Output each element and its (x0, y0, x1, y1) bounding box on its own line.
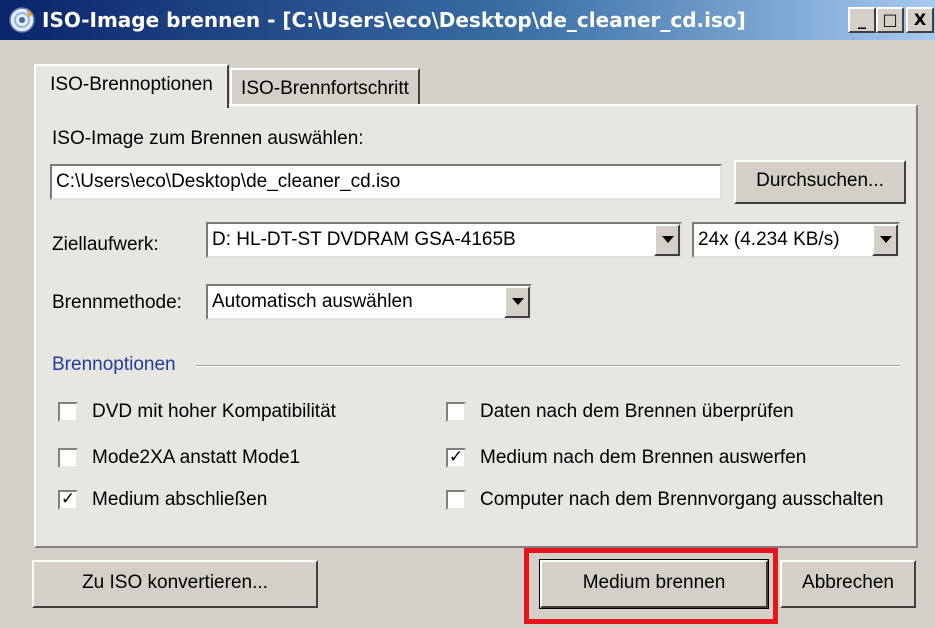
burn-method-label: Brennmethode: (52, 292, 182, 313)
tab-iso-brennoptionen[interactable]: ISO-Brennoptionen (34, 64, 229, 108)
chevron-down-icon[interactable] (872, 224, 898, 256)
group-divider (196, 365, 900, 367)
iso-select-label: ISO-Image zum Brennen auswählen: (52, 128, 364, 149)
checkbox-label-verify[interactable]: Daten nach dem Brennen überprüfen (480, 401, 794, 423)
minimize-button[interactable]: _ (848, 7, 876, 33)
burn-options-group-label: Brennoptionen (52, 354, 176, 375)
iso-path-value: C:\Users\eco\Desktop\de_cleaner_cd.iso (56, 171, 401, 192)
checkbox-mode2xa[interactable] (58, 448, 78, 468)
checkbox-shutdown[interactable] (446, 490, 466, 510)
chevron-down-icon[interactable] (504, 286, 530, 318)
browse-button[interactable]: Durchsuchen... (734, 160, 906, 204)
checkbox-label-shutdown[interactable]: Computer nach dem Brennvorgang ausschalt… (480, 489, 883, 511)
chevron-down-icon[interactable] (654, 224, 680, 256)
checkbox-label-eject[interactable]: Medium nach dem Brennen auswerfen (480, 447, 806, 469)
close-button[interactable]: X (906, 7, 934, 33)
title-bar[interactable]: ISO-Image brennen - [C:\Users\eco\Deskto… (0, 0, 935, 40)
checkbox-verify[interactable] (446, 402, 466, 422)
window-title: ISO-Image brennen - [C:\Users\eco\Deskto… (42, 8, 746, 32)
checkbox-finalize[interactable]: ✓ (58, 490, 78, 510)
checkbox-label-dvd-compat[interactable]: DVD mit hoher Kompatibilität (92, 401, 336, 423)
tab-iso-brennfortschritt[interactable]: ISO-Brennfortschritt (230, 68, 420, 108)
burn-speed-select[interactable]: 24x (4.234 KB/s) (692, 222, 900, 258)
highlight-annotation (524, 548, 778, 624)
burn-method-value: Automatisch auswählen (212, 291, 413, 312)
checkbox-label-finalize[interactable]: Medium abschließen (92, 489, 267, 511)
maximize-button[interactable]: □ (876, 7, 904, 33)
target-drive-label: Ziellaufwerk: (52, 234, 159, 255)
iso-path-input[interactable]: C:\Users\eco\Desktop\de_cleaner_cd.iso (50, 164, 722, 200)
checkbox-dvd-compat[interactable] (58, 402, 78, 422)
burn-speed-value: 24x (4.234 KB/s) (698, 229, 840, 250)
checkbox-eject[interactable]: ✓ (446, 448, 466, 468)
convert-to-iso-button[interactable]: Zu ISO konvertieren... (32, 560, 318, 608)
target-drive-select[interactable]: D: HL-DT-ST DVDRAM GSA-4165B (206, 222, 682, 258)
cancel-button[interactable]: Abbrechen (780, 560, 916, 608)
burn-method-select[interactable]: Automatisch auswählen (206, 284, 532, 320)
disc-burn-icon (9, 7, 35, 33)
target-drive-value: D: HL-DT-ST DVDRAM GSA-4165B (212, 229, 516, 250)
checkbox-label-mode2xa[interactable]: Mode2XA anstatt Mode1 (92, 447, 300, 469)
